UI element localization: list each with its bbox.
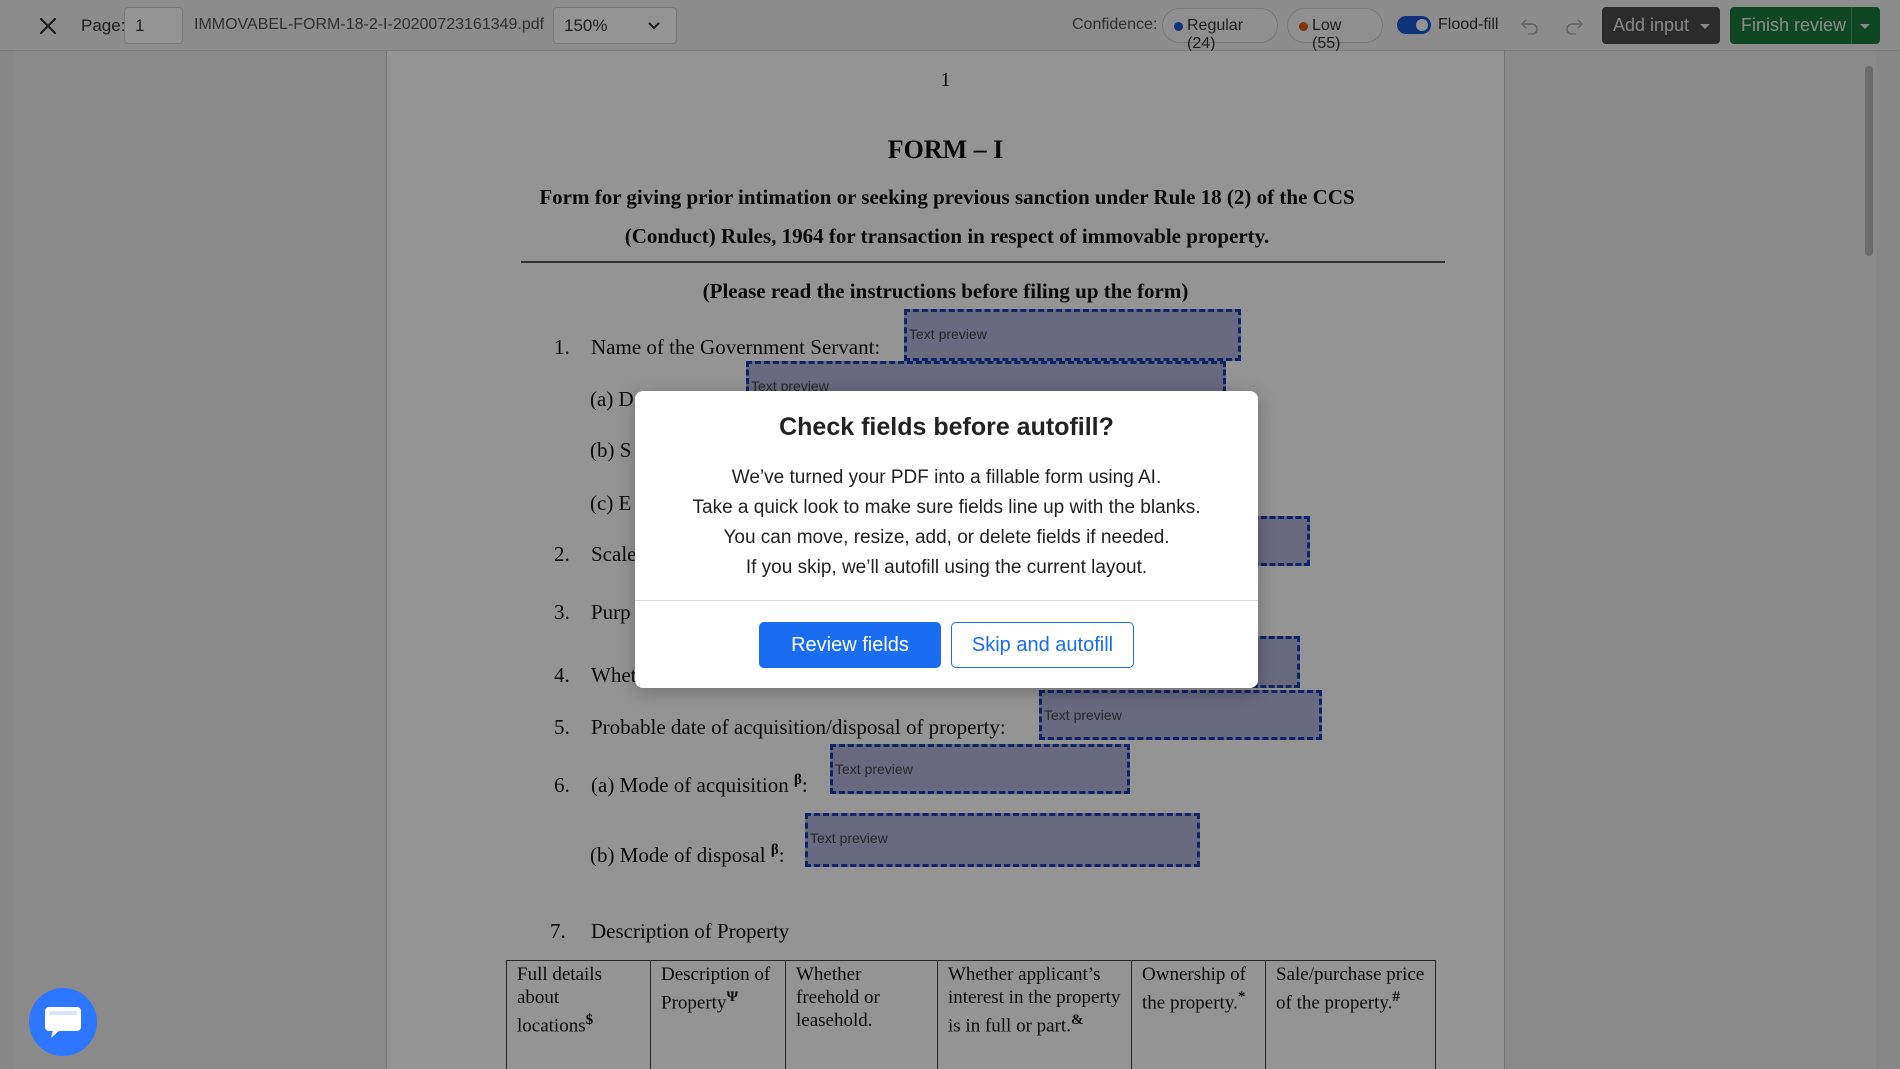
autofill-dialog: Check fields before autofill? We’ve turn… xyxy=(635,391,1258,688)
chat-button[interactable] xyxy=(29,988,97,1056)
dialog-line: Take a quick look to make sure fields li… xyxy=(692,497,1201,518)
dialog-line: If you skip, we’ll autofill using the cu… xyxy=(745,557,1148,578)
skip-and-autofill-button[interactable]: Skip and autofill xyxy=(951,622,1134,668)
dialog-body: We’ve turned your PDF into a fillable fo… xyxy=(635,463,1258,583)
review-fields-button[interactable]: Review fields xyxy=(759,622,941,668)
dialog-title: Check fields before autofill? xyxy=(779,413,1114,441)
chat-icon xyxy=(45,1007,81,1038)
dialog-divider xyxy=(635,600,1258,601)
dialog-line: You can move, resize, add, or delete fie… xyxy=(723,527,1170,548)
dialog-line: We’ve turned your PDF into a fillable fo… xyxy=(731,467,1162,488)
